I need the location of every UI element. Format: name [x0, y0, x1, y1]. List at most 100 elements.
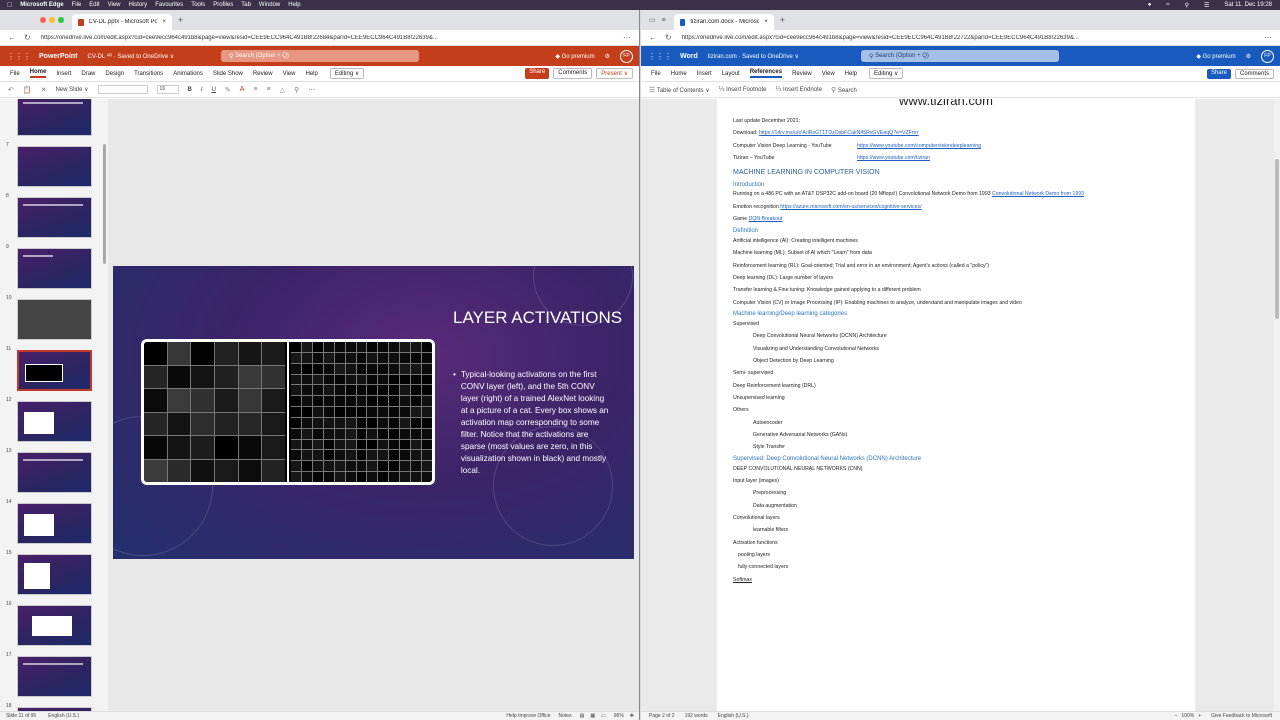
- tab-help[interactable]: Help: [845, 71, 857, 77]
- settings-icon[interactable]: ⚙: [1246, 53, 1251, 60]
- search-input[interactable]: ⚲ Search (Option + Q): [861, 50, 1059, 62]
- close-tab-icon[interactable]: ×: [764, 19, 768, 25]
- menu-favourites[interactable]: Favourites: [155, 2, 183, 8]
- go-premium-button[interactable]: ◆ Go premium: [555, 53, 594, 60]
- tab-view[interactable]: View: [822, 71, 835, 77]
- slide-title[interactable]: LAYER ACTIVATIONS: [453, 306, 623, 330]
- slide-thumb-6[interactable]: [0, 99, 100, 137]
- help-improve-link[interactable]: Help Improve Office: [506, 713, 550, 719]
- bold-icon[interactable]: B: [188, 87, 192, 93]
- slide-thumb-12[interactable]: 12: [0, 397, 100, 443]
- present-button[interactable]: Present ∨: [596, 68, 633, 79]
- youtube-link-cvdl[interactable]: https://www.youtube.com/computervisionde…: [857, 143, 981, 149]
- youtube-link-tiziran[interactable]: https://www.youtube.com/tiziran: [857, 155, 930, 161]
- document-page[interactable]: www.tiziran.com Last update December 202…: [717, 99, 1195, 711]
- avatar[interactable]: FP: [620, 49, 633, 63]
- menu-tab[interactable]: Tab: [241, 2, 251, 8]
- settings-icon[interactable]: ⚙: [605, 53, 610, 60]
- tab-file[interactable]: File: [10, 71, 20, 77]
- insert-footnote-button[interactable]: ⅓ Insert Footnote: [719, 86, 767, 93]
- doc-scrollbar[interactable]: [1274, 99, 1280, 711]
- current-slide[interactable]: LAYER ACTIVATIONS • Typical-looking acti…: [113, 266, 634, 559]
- azure-link[interactable]: https://azure.microsoft.com/en-us/servic…: [780, 204, 921, 210]
- slide-thumb-18[interactable]: 18: [0, 703, 100, 711]
- tab-slide-show[interactable]: Slide Show: [213, 71, 243, 77]
- wifi-icon[interactable]: ≈: [1166, 2, 1169, 8]
- slide-thumb-9[interactable]: 9: [0, 244, 100, 290]
- tab-home[interactable]: Home: [29, 69, 47, 78]
- align-icon[interactable]: ≡: [267, 86, 271, 93]
- tab-layout[interactable]: Layout: [722, 71, 740, 77]
- tab-review[interactable]: Review: [792, 71, 812, 77]
- delete-icon[interactable]: ✕: [41, 86, 47, 94]
- fit-slide-icon[interactable]: ✥: [630, 713, 634, 719]
- avatar[interactable]: FP: [1261, 49, 1274, 63]
- menu-view[interactable]: View: [108, 2, 121, 8]
- record-icon[interactable]: ●: [1148, 2, 1152, 8]
- zoom-level[interactable]: 100%: [1181, 713, 1194, 719]
- back-icon[interactable]: ←: [649, 33, 657, 42]
- menu-profiles[interactable]: Profiles: [213, 2, 233, 8]
- slide-thumb-11[interactable]: 11: [0, 346, 100, 392]
- download-link[interactable]: https://1drv.ms/u/s!AriRsGT1TDzOsbFCakN4…: [759, 130, 919, 136]
- browser-tab-ppt[interactable]: CV-DL.pptx - Microsoft PowerP... ×: [72, 14, 172, 30]
- shapes-icon[interactable]: △: [280, 86, 285, 94]
- share-button[interactable]: Share: [525, 68, 550, 79]
- browser-tab-word[interactable]: tiziran.com.docx - Microsoft W... ×: [673, 14, 774, 30]
- more-icon[interactable]: ⋯: [623, 33, 631, 42]
- tab-insert[interactable]: Insert: [697, 71, 712, 77]
- language-status[interactable]: English (U.S.): [48, 713, 79, 719]
- new-tab-button[interactable]: +: [178, 15, 183, 25]
- reload-icon[interactable]: ↻: [24, 33, 31, 42]
- word-count[interactable]: 192 words: [685, 713, 708, 719]
- normal-view-icon[interactable]: ▤: [580, 713, 585, 719]
- search-input[interactable]: ⚲ Search (Option + Q): [221, 50, 419, 62]
- font-size-field[interactable]: 16: [156, 85, 179, 94]
- search-icon[interactable]: ⚲: [1185, 2, 1189, 9]
- menu-tools[interactable]: Tools: [191, 2, 205, 8]
- more-options-icon[interactable]: ⋯: [308, 86, 315, 94]
- menu-app[interactable]: Microsoft Edge: [20, 2, 63, 8]
- menu-file[interactable]: File: [72, 2, 82, 8]
- more-icon[interactable]: ⋯: [1264, 33, 1272, 42]
- tab-help[interactable]: Help: [306, 71, 318, 77]
- font-name-field[interactable]: [97, 85, 148, 94]
- menu-help[interactable]: Help: [288, 2, 300, 8]
- dqn-breakout-link[interactable]: DQN Breakout: [749, 216, 783, 222]
- find-icon[interactable]: ⚲: [294, 86, 299, 94]
- tab-file[interactable]: File: [651, 71, 661, 77]
- undo-icon[interactable]: ↶: [8, 86, 14, 94]
- share-button[interactable]: Share: [1206, 68, 1231, 79]
- slide-thumb-8[interactable]: 8: [0, 193, 100, 239]
- reading-view-icon[interactable]: ▭: [601, 713, 606, 719]
- font-color-icon[interactable]: A: [240, 86, 245, 93]
- apple-icon[interactable]: : [7, 2, 12, 9]
- tab-design[interactable]: Design: [105, 71, 124, 77]
- comments-button[interactable]: Comments: [553, 68, 593, 79]
- new-slide-button[interactable]: New Slide ∨: [55, 86, 88, 93]
- go-premium-button[interactable]: ◆ Go premium: [1196, 53, 1235, 60]
- thumb-scrollbar[interactable]: [103, 144, 106, 264]
- bullets-icon[interactable]: ≡: [253, 86, 257, 93]
- app-name[interactable]: PowerPoint: [39, 53, 78, 60]
- slide-thumb-16[interactable]: 16: [0, 601, 100, 647]
- traffic-lights[interactable]: [40, 17, 64, 23]
- feedback-link[interactable]: Give Feedback to Microsoft: [1211, 713, 1272, 719]
- notes-button[interactable]: Notes: [559, 713, 572, 719]
- italic-icon[interactable]: I: [201, 87, 203, 93]
- app-launcher-icon[interactable]: ⋮⋮⋮: [7, 52, 31, 61]
- paste-icon[interactable]: 📋: [23, 86, 32, 94]
- table-of-contents-button[interactable]: ☰ Table of Contents ∨: [649, 86, 710, 94]
- menu-window[interactable]: Window: [259, 2, 280, 8]
- slide-thumb-13[interactable]: 13: [0, 448, 100, 494]
- tab-insert[interactable]: Insert: [56, 71, 71, 77]
- reload-icon[interactable]: ↻: [665, 33, 672, 42]
- app-launcher-icon[interactable]: ⋮⋮⋮: [648, 52, 672, 61]
- slide-bullet[interactable]: • Typical-looking activations on the fir…: [453, 369, 613, 477]
- back-icon[interactable]: ←: [8, 33, 16, 42]
- underline-icon[interactable]: U: [212, 87, 216, 93]
- tab-references[interactable]: References: [749, 69, 783, 78]
- convnet-demo-link[interactable]: Convolutional Network Demo from 1993: [992, 191, 1084, 197]
- comments-button[interactable]: Comments: [1234, 68, 1274, 79]
- vertical-tabs-icon[interactable]: ≡: [662, 17, 666, 24]
